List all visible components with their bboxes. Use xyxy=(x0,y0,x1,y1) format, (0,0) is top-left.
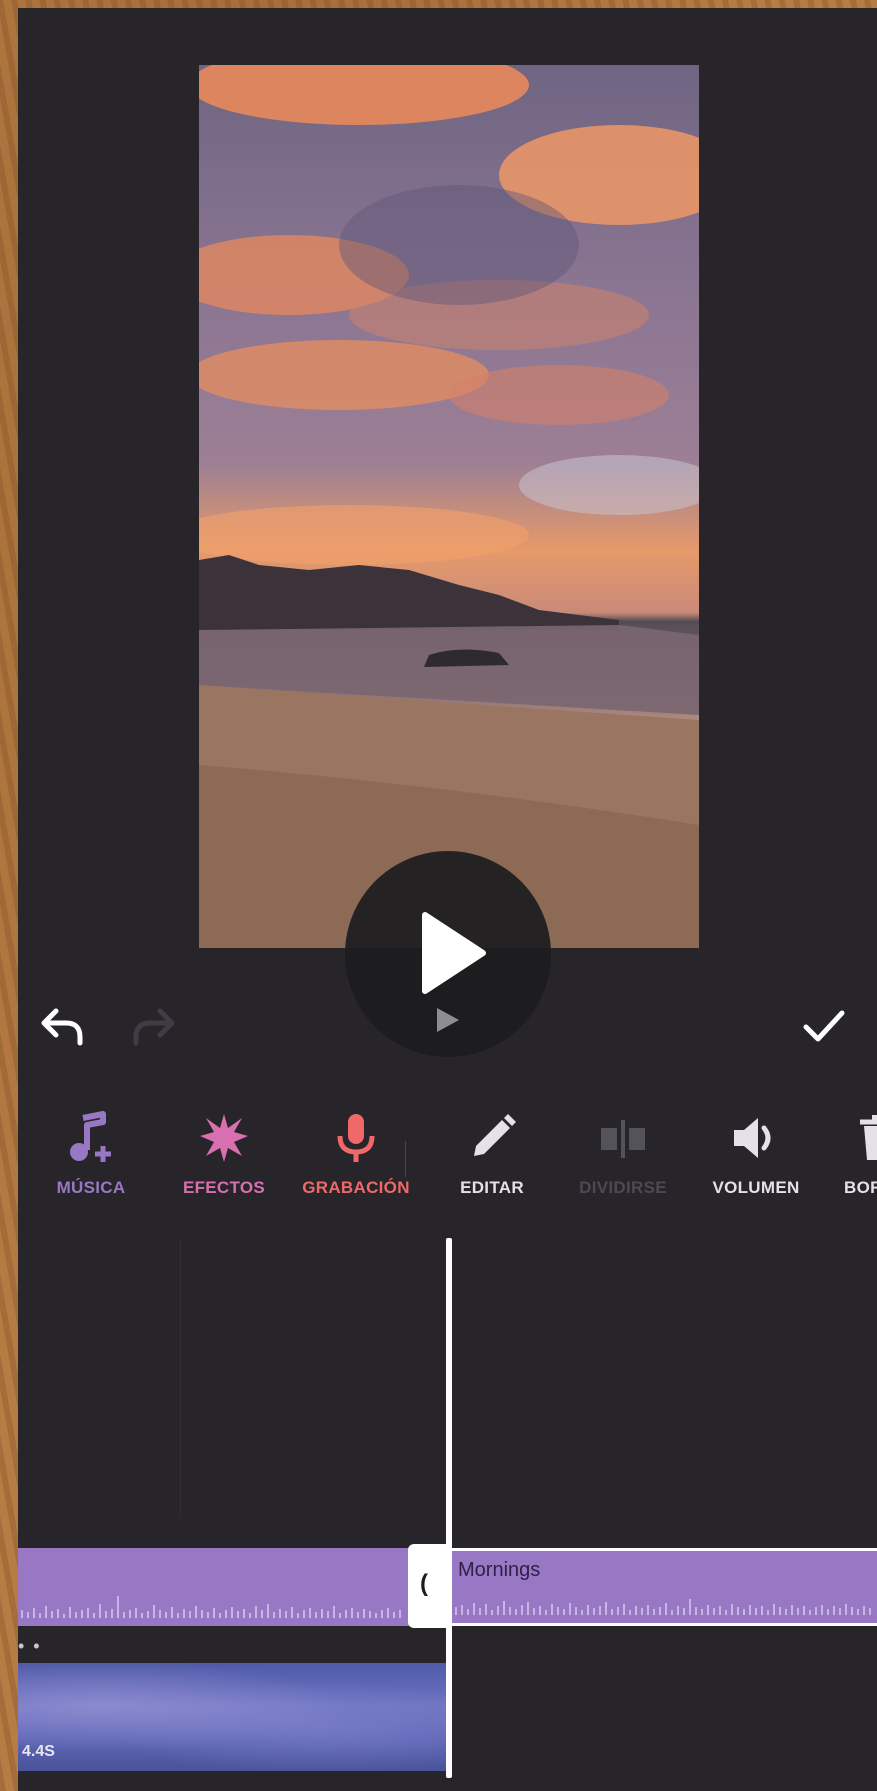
music-clip-selected[interactable]: Mornings xyxy=(450,1548,877,1626)
undo-icon[interactable] xyxy=(38,1003,88,1049)
play-button[interactable] xyxy=(345,851,551,1057)
waveform xyxy=(21,1596,401,1618)
waveform-selected xyxy=(455,1599,871,1615)
check-icon[interactable] xyxy=(800,1003,848,1049)
clip-trim-handle[interactable]: ( xyxy=(408,1544,450,1628)
tool-music-button[interactable]: MÚSICA xyxy=(31,1108,151,1198)
video-clip-thumbnail xyxy=(18,1663,448,1771)
tool-volume-label: VOLUMEN xyxy=(712,1178,800,1197)
tool-edit-button[interactable]: EDITAR xyxy=(432,1108,552,1198)
music-clip-name: Mornings xyxy=(458,1559,541,1581)
sunset-beach-image xyxy=(199,65,699,948)
music-clip-left[interactable] xyxy=(18,1548,408,1626)
sparkle-icon xyxy=(200,1114,248,1162)
pencil-icon xyxy=(474,1114,516,1156)
tool-split-button[interactable]: DIVIDIRSE xyxy=(563,1108,683,1198)
volume-icon xyxy=(734,1118,771,1158)
trash-icon xyxy=(860,1115,877,1160)
tool-delete-button[interactable]: BORR xyxy=(818,1108,877,1198)
tool-volume-button[interactable]: VOLUMEN xyxy=(696,1108,816,1198)
tool-split-label: DIVIDIRSE xyxy=(579,1178,667,1197)
music-add-icon xyxy=(70,1111,111,1162)
playhead[interactable] xyxy=(446,1238,452,1778)
microphone-icon xyxy=(337,1114,375,1162)
video-clip[interactable]: 4.4S xyxy=(18,1663,448,1771)
redo-icon[interactable] xyxy=(128,1003,178,1049)
tool-edit-label: EDITAR xyxy=(460,1178,524,1197)
track-dots: • • xyxy=(18,1636,42,1656)
tool-effects-button[interactable]: EFECTOS xyxy=(164,1108,284,1198)
mini-play-icon xyxy=(437,1008,459,1032)
video-preview xyxy=(199,65,699,948)
tool-effects-label: EFECTOS xyxy=(182,1178,266,1197)
timeline-guide-line xyxy=(180,1238,181,1518)
toolbar-separator xyxy=(405,1141,406,1177)
play-icon xyxy=(422,912,486,994)
tool-bar: MÚSICA EFECTOS GRABACIÓN EDITAR DIVIDIRS… xyxy=(18,1108,877,1218)
tool-record-button[interactable]: GRABACIÓN xyxy=(296,1108,416,1198)
tool-delete-label: BORR xyxy=(844,1178,877,1197)
video-editor-screen: MÚSICA EFECTOS GRABACIÓN EDITAR DIVIDIRS… xyxy=(18,8,877,1791)
timeline[interactable]: Mornings ( • • 4.4S xyxy=(18,1238,877,1791)
tool-music-label: MÚSICA xyxy=(56,1178,126,1197)
split-icon xyxy=(601,1120,645,1158)
tool-record-label: GRABACIÓN xyxy=(302,1178,410,1197)
video-clip-duration: 4.4S xyxy=(22,1743,55,1760)
trim-handle-glyph: ( xyxy=(420,1570,428,1597)
